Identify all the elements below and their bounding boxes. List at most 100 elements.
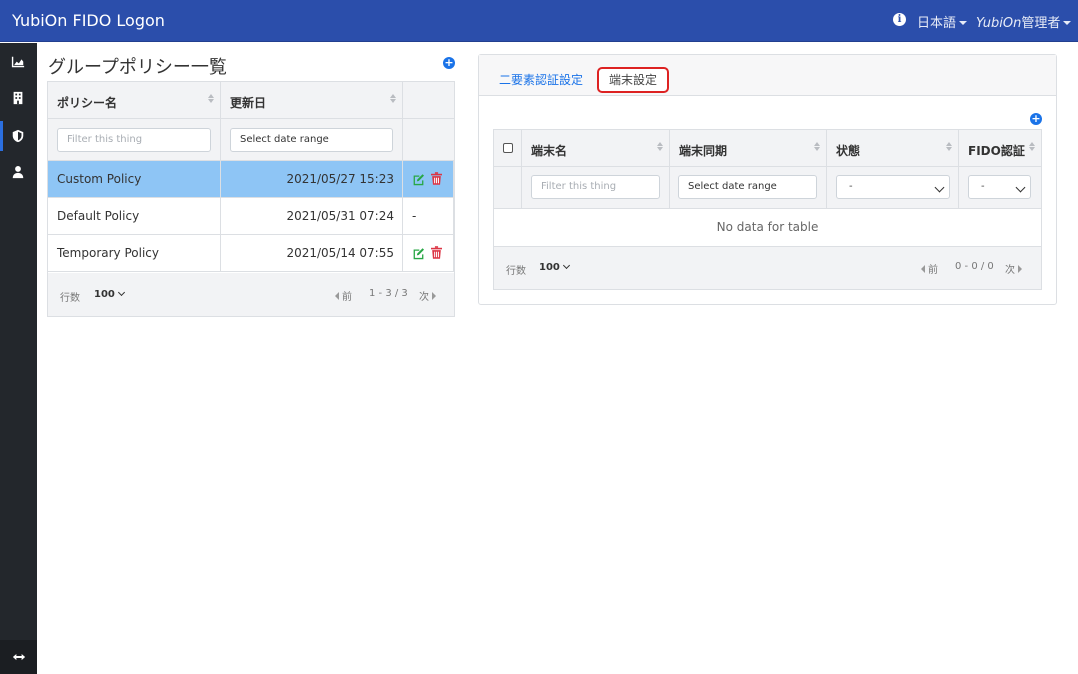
column-header-actions [403,82,454,118]
sort-icon[interactable] [208,94,214,103]
table-footer: 行数 100 前 0 - 0 / 0 次 [494,247,1041,289]
filter-cell: Select date range [221,119,403,160]
language-label: 日本語 [917,16,957,31]
prev-page-button[interactable]: 前 [335,288,352,303]
no-actions-label: - [412,209,417,223]
device-name-filter-input[interactable]: Filter this thing [531,175,660,199]
column-header-updated[interactable]: 更新日 [221,82,403,118]
status-select[interactable]: - [836,175,950,199]
policy-detail-card: 二要素認証設定 端末設定 + 端末名 端末同期 状態 FIDO認証 Filter… [478,54,1057,305]
rows-per-page-select[interactable]: 100 [94,288,125,300]
sidebar-toggle-button[interactable] [0,640,37,674]
info-icon[interactable]: i [893,13,906,26]
next-label: 次 [419,292,429,303]
fido-auth-select[interactable]: - [968,175,1031,199]
column-header-policy-name[interactable]: ポリシー名 [48,82,221,118]
sidebar-item-policy[interactable] [7,125,29,147]
filter-cell [403,119,454,160]
sidebar-item-organization[interactable] [7,87,29,109]
policy-updated: 2021/05/14 07:55 [286,246,394,260]
edit-icon[interactable] [412,247,425,260]
filter-cell: Select date range [670,167,827,208]
delete-icon[interactable] [431,246,442,259]
app-brand[interactable]: YubiOn FIDO Logon [12,11,165,30]
edit-icon[interactable] [412,173,425,186]
table-footer: 行数 100 前 1 - 3 / 3 次 [48,273,454,316]
column-label: 更新日 [230,96,267,110]
sidebar-item-dashboard[interactable] [7,51,29,73]
sort-icon[interactable] [390,94,396,103]
sort-icon[interactable] [946,142,952,151]
filter-cell: - [959,167,1041,208]
policy-updated: 2021/05/27 15:23 [286,172,394,186]
filter-cell: - [827,167,959,208]
filter-row: Filter this thing Select date range [48,119,454,161]
rows-per-page-label: 行数 [60,293,80,304]
add-policy-button[interactable]: + [443,57,455,69]
sidebar-active-indicator [0,121,3,151]
column-header-status[interactable]: 状態 [827,130,959,166]
filter-cell: Filter this thing [48,119,221,160]
caret-right-icon [432,292,436,300]
chevron-down-icon [1015,182,1026,193]
sidebar-item-users[interactable] [7,161,29,183]
delete-icon[interactable] [431,172,442,185]
device-table: 端末名 端末同期 状態 FIDO認証 Filter this thing Sel… [493,129,1042,290]
user-dropdown[interactable]: YubiOn管理者 [976,12,1072,31]
fido-select-value: - [981,181,985,192]
language-dropdown[interactable]: 日本語 [917,12,968,31]
caret-down-icon [959,20,968,25]
user-name-suffix: 管理者 [1021,16,1061,31]
policy-name: Temporary Policy [57,246,159,260]
prev-page-button[interactable]: 前 [921,261,938,276]
prev-label: 前 [342,292,352,303]
column-label: FIDO認証 [968,144,1025,158]
caret-left-icon [335,292,339,300]
rows-per-page-value: 100 [94,289,115,300]
tab-device-settings[interactable]: 端末設定 [597,67,669,93]
table-row[interactable]: Custom Policy 2021/05/27 15:23 [48,161,454,198]
updated-date-range-input[interactable]: Select date range [230,128,393,152]
card-tabs: 二要素認証設定 端末設定 [479,55,1056,96]
pagination-range: 0 - 0 / 0 [955,261,994,272]
rows-per-page-select[interactable]: 100 [539,261,570,273]
next-page-button[interactable]: 次 [1005,261,1022,276]
rows-per-page-value: 100 [539,262,560,273]
sort-icon[interactable] [1029,142,1035,151]
caret-left-icon [921,265,925,273]
building-icon [13,91,23,105]
device-sync-date-range-input[interactable]: Select date range [678,175,817,199]
policy-updated: 2021/05/31 07:24 [286,209,394,223]
policy-table: ポリシー名 更新日 Filter this thing Select date … [47,81,455,317]
caret-right-icon [1018,265,1022,273]
sort-icon[interactable] [814,142,820,151]
column-header-fido-auth[interactable]: FIDO認証 [959,130,1041,166]
column-header-device-name[interactable]: 端末名 [522,130,670,166]
tab-two-factor-settings[interactable]: 二要素認証設定 [499,71,583,88]
user-name-prefix: YubiOn [976,16,1022,31]
table-row[interactable]: Default Policy 2021/05/31 07:24 - [48,198,454,235]
policy-name: Default Policy [57,209,140,223]
next-label: 次 [1005,265,1015,276]
column-header-device-sync[interactable]: 端末同期 [670,130,827,166]
arrows-horizontal-icon [12,653,25,661]
table-header: ポリシー名 更新日 [48,82,454,119]
select-all-checkbox[interactable] [503,143,513,153]
column-label: 端末名 [531,144,568,158]
pagination-range: 1 - 3 / 3 [369,288,408,299]
user-icon [12,166,24,179]
empty-row: No data for table [494,209,1041,247]
next-page-button[interactable]: 次 [419,288,436,303]
chevron-down-icon [117,288,125,297]
sidebar [0,43,37,674]
add-device-button[interactable]: + [1030,113,1042,125]
shield-icon [12,129,24,143]
filter-cell [494,167,522,208]
select-all-cell [494,130,522,166]
policy-name-filter-input[interactable]: Filter this thing [57,128,211,152]
filter-row: Filter this thing Select date range - - [494,167,1041,209]
chevron-down-icon [934,182,945,193]
table-row[interactable]: Temporary Policy 2021/05/14 07:55 [48,235,454,272]
policy-name: Custom Policy [57,172,142,186]
sort-icon[interactable] [657,142,663,151]
